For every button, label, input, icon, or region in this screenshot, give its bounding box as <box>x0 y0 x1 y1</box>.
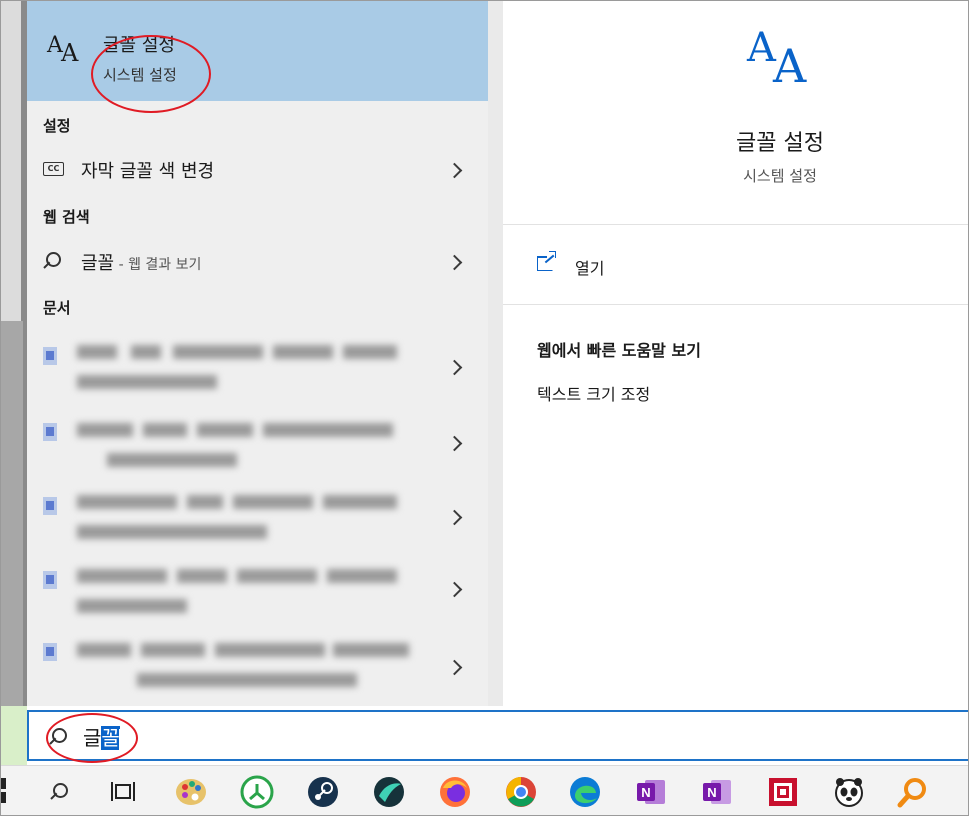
document-icon <box>43 643 57 661</box>
open-external-icon <box>537 251 556 271</box>
query-typed: 글 <box>83 726 102 750</box>
chevron-right-icon[interactable] <box>447 435 463 451</box>
closed-caption-icon: CC <box>43 162 64 176</box>
blurred-document-text <box>77 491 407 547</box>
document-result[interactable] <box>27 415 488 489</box>
section-header-documents: 문서 <box>43 299 71 317</box>
quick-help-heading: 웹에서 빠른 도움말 보기 <box>537 341 701 360</box>
document-result[interactable] <box>27 489 488 563</box>
preview-pane: AA 글꼴 설정 시스템 설정 열기 웹에서 빠른 도움말 보기 텍스트 크기 … <box>503 1 968 706</box>
teal-app-icon[interactable] <box>371 774 407 810</box>
green-app-icon[interactable] <box>239 774 275 810</box>
open-label: 열기 <box>575 259 605 278</box>
best-match-result[interactable]: AA 글꼴 설정 시스템 설정 <box>27 1 488 101</box>
best-match-title: 글꼴 설정 <box>103 35 175 56</box>
query-selected: 꼴 <box>101 726 120 750</box>
search-query[interactable]: 글꼴 <box>83 722 121 751</box>
chevron-right-icon[interactable] <box>447 659 463 675</box>
result-web-search[interactable]: 글꼴 - 웹 결과 보기 <box>27 239 488 283</box>
chevron-right-icon[interactable] <box>447 162 463 178</box>
steam-icon[interactable] <box>305 774 341 810</box>
search-icon <box>49 728 67 746</box>
document-icon <box>43 347 57 365</box>
blurred-document-text <box>77 565 407 621</box>
edge-icon[interactable] <box>567 774 603 810</box>
search-icon[interactable] <box>41 774 77 810</box>
desktop-edge <box>1 1 27 706</box>
chevron-right-icon[interactable] <box>447 581 463 597</box>
onenote-icon[interactable]: N <box>633 774 669 810</box>
chevron-right-icon[interactable] <box>447 509 463 525</box>
screenshot-frame: AA 글꼴 설정 시스템 설정 설정 CC 자막 글꼴 색 변경 웹 검색 글꼴… <box>0 0 969 816</box>
blurred-document-text <box>77 637 409 693</box>
blurred-document-text <box>77 341 407 397</box>
search-results-pane: AA 글꼴 설정 시스템 설정 설정 CC 자막 글꼴 색 변경 웹 검색 글꼴… <box>27 1 503 706</box>
panda-app-icon[interactable] <box>831 774 867 810</box>
firefox-icon[interactable] <box>437 774 473 810</box>
document-icon <box>43 423 57 441</box>
help-link-text-size[interactable]: 텍스트 크기 조정 <box>537 381 650 405</box>
open-action[interactable]: 열기 <box>503 225 968 305</box>
red-app-icon[interactable] <box>765 774 801 810</box>
onenote-alt-icon[interactable]: N <box>699 774 735 810</box>
magnifier-app-icon[interactable] <box>895 774 931 810</box>
result-label: 자막 글꼴 색 변경 <box>81 161 215 182</box>
svg-text:N: N <box>707 785 716 800</box>
document-result[interactable] <box>27 563 488 637</box>
document-result[interactable] <box>27 339 488 413</box>
chrome-icon[interactable] <box>503 774 539 810</box>
section-header-settings: 설정 <box>43 117 71 135</box>
search-icon <box>43 252 61 270</box>
taskbar: N N <box>1 765 968 815</box>
result-settings-caption-font[interactable]: CC 자막 글꼴 색 변경 <box>27 147 488 191</box>
task-view-icon[interactable] <box>105 774 141 810</box>
search-box[interactable]: 글꼴 <box>27 710 968 761</box>
svg-text:N: N <box>641 785 650 800</box>
desktop-edge-bottom <box>1 706 27 766</box>
results-scrollbar[interactable] <box>488 1 503 706</box>
best-match-subtitle: 시스템 설정 <box>103 66 177 84</box>
preview-title: 글꼴 설정 <box>736 131 824 156</box>
chevron-right-icon[interactable] <box>447 254 463 270</box>
paint-palette-icon[interactable] <box>173 774 209 810</box>
text-caret <box>118 728 121 751</box>
web-result-suffix: - 웹 결과 보기 <box>114 257 202 273</box>
blurred-document-text <box>77 417 407 473</box>
document-icon <box>43 571 57 589</box>
preview-subtitle: 시스템 설정 <box>743 167 817 185</box>
document-result[interactable] <box>27 635 488 709</box>
start-icon[interactable] <box>1 778 8 804</box>
section-header-web-search: 웹 검색 <box>43 208 90 226</box>
web-query-text: 글꼴 <box>81 253 115 274</box>
preview-header: AA 글꼴 설정 시스템 설정 <box>503 1 968 225</box>
chevron-right-icon[interactable] <box>447 359 463 375</box>
document-icon <box>43 497 57 515</box>
